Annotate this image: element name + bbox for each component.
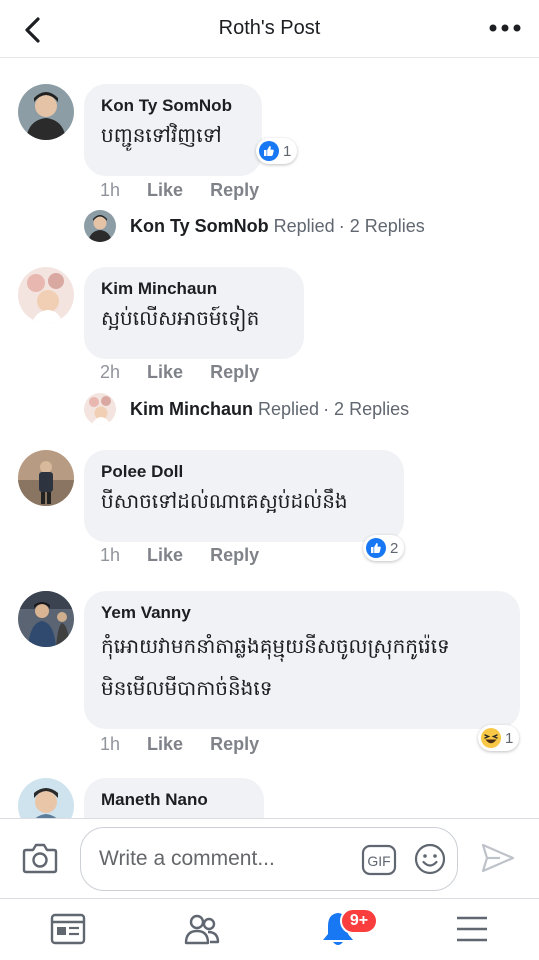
comments-list: Kon Ty SomNob បញ្ជូនទៅវិញទៅ 1 1h Like Re…	[0, 58, 539, 818]
reply-avatar	[84, 210, 116, 242]
reply-label: Replied	[273, 215, 335, 236]
reply-count: · 2 Replies	[338, 215, 425, 236]
replies-link[interactable]: Kon Ty SomNob Replied · 2 Replies	[84, 210, 425, 242]
avatar[interactable]	[18, 778, 74, 818]
comment-meta: 1h Like Reply	[100, 545, 281, 566]
comment-time: 1h	[100, 545, 121, 565]
reply-label: Replied	[258, 398, 320, 419]
reply-avatar	[84, 393, 116, 425]
reply-button[interactable]: Reply	[210, 545, 259, 565]
comment-text: ស្អប់លើសអាចម៍ទៀត	[101, 306, 260, 330]
comment-placeholder: Write a comment...	[99, 847, 275, 870]
reaction-number: 1	[283, 142, 292, 160]
comment-bubble[interactable]: Kim Minchaun ស្អប់លើសអាចម៍ទៀត	[84, 267, 304, 359]
comment-composer: Write a comment... GIF	[0, 818, 539, 898]
reply-count: · 2 Replies	[323, 398, 410, 419]
comment-author[interactable]: Kon Ty SomNob	[101, 95, 246, 117]
comment-bubble[interactable]: Polee Doll បីសាចទៅដល់ណាគេស្អប់ដល់នឹង	[84, 450, 404, 542]
like-button[interactable]: Like	[147, 362, 183, 382]
avatar[interactable]	[18, 591, 74, 647]
comment-bubble[interactable]: Maneth Nano	[84, 778, 264, 818]
haha-icon	[481, 728, 501, 748]
gif-icon[interactable]: GIF	[361, 844, 397, 876]
reaction-count[interactable]: 1	[478, 725, 520, 751]
like-button[interactable]: Like	[147, 734, 183, 754]
news-feed-icon[interactable]	[48, 909, 88, 949]
comment-author[interactable]: Polee Doll	[101, 461, 388, 483]
reaction-number: 1	[505, 729, 514, 747]
comment-author[interactable]: Yem Vanny	[101, 602, 504, 624]
reply-author: Kon Ty SomNob	[130, 215, 269, 236]
avatar[interactable]	[18, 84, 74, 140]
comment-text-line: មិនមើលមីបាកាច់និងទេ	[101, 676, 273, 700]
comment-meta: 1h Like Reply	[100, 180, 281, 201]
comment-author[interactable]: Kim Minchaun	[101, 278, 288, 300]
reaction-count[interactable]: 1	[256, 138, 298, 164]
comment-input[interactable]: Write a comment... GIF	[80, 827, 458, 891]
comment-time: 1h	[100, 180, 121, 200]
bottom-nav	[0, 898, 539, 960]
page-title: Roth's Post	[218, 17, 321, 39]
comment-text: បីសាចទៅដល់ណាគេស្អប់ដល់នឹង	[101, 489, 348, 513]
comment-bubble[interactable]: Kon Ty SomNob បញ្ជូនទៅវិញទៅ	[84, 84, 262, 176]
avatar[interactable]	[18, 267, 74, 323]
send-icon[interactable]	[480, 841, 516, 875]
avatar[interactable]	[18, 450, 74, 506]
comment-time: 2h	[100, 362, 121, 382]
reaction-number: 2	[390, 539, 399, 557]
like-button[interactable]: Like	[147, 180, 183, 200]
notifications-badge: 9+	[340, 908, 378, 934]
friends-icon[interactable]	[182, 909, 222, 949]
comment-text-line: កុំអោយវាមកនាំតាឆ្លងគុម្មុយនីសចូលស្រុកកូរ…	[101, 634, 450, 658]
reply-button[interactable]: Reply	[210, 362, 259, 382]
more-options-icon[interactable]	[487, 16, 523, 40]
replies-link[interactable]: Kim Minchaun Replied · 2 Replies	[84, 393, 409, 425]
emoji-icon[interactable]	[413, 842, 447, 876]
svg-text:GIF: GIF	[367, 853, 390, 869]
comment-bubble[interactable]: Yem Vanny កុំអោយវាមកនាំតាឆ្លងគុម្មុយនីសច…	[84, 591, 520, 729]
menu-icon[interactable]	[452, 909, 492, 949]
reply-author: Kim Minchaun	[130, 398, 254, 419]
top-bar: Roth's Post	[0, 0, 539, 58]
comment-text: បញ្ជូនទៅវិញទៅ	[101, 123, 222, 147]
like-icon	[366, 538, 386, 558]
comment-meta: 2h Like Reply	[100, 362, 281, 383]
like-button[interactable]: Like	[147, 545, 183, 565]
reply-button[interactable]: Reply	[210, 734, 259, 754]
like-icon	[259, 141, 279, 161]
reply-button[interactable]: Reply	[210, 180, 259, 200]
comment-time: 1h	[100, 734, 121, 754]
comment-author[interactable]: Maneth Nano	[101, 789, 248, 811]
camera-icon[interactable]	[22, 841, 58, 875]
reaction-count[interactable]: 2	[363, 535, 405, 561]
comment-meta: 1h Like Reply	[100, 734, 281, 755]
